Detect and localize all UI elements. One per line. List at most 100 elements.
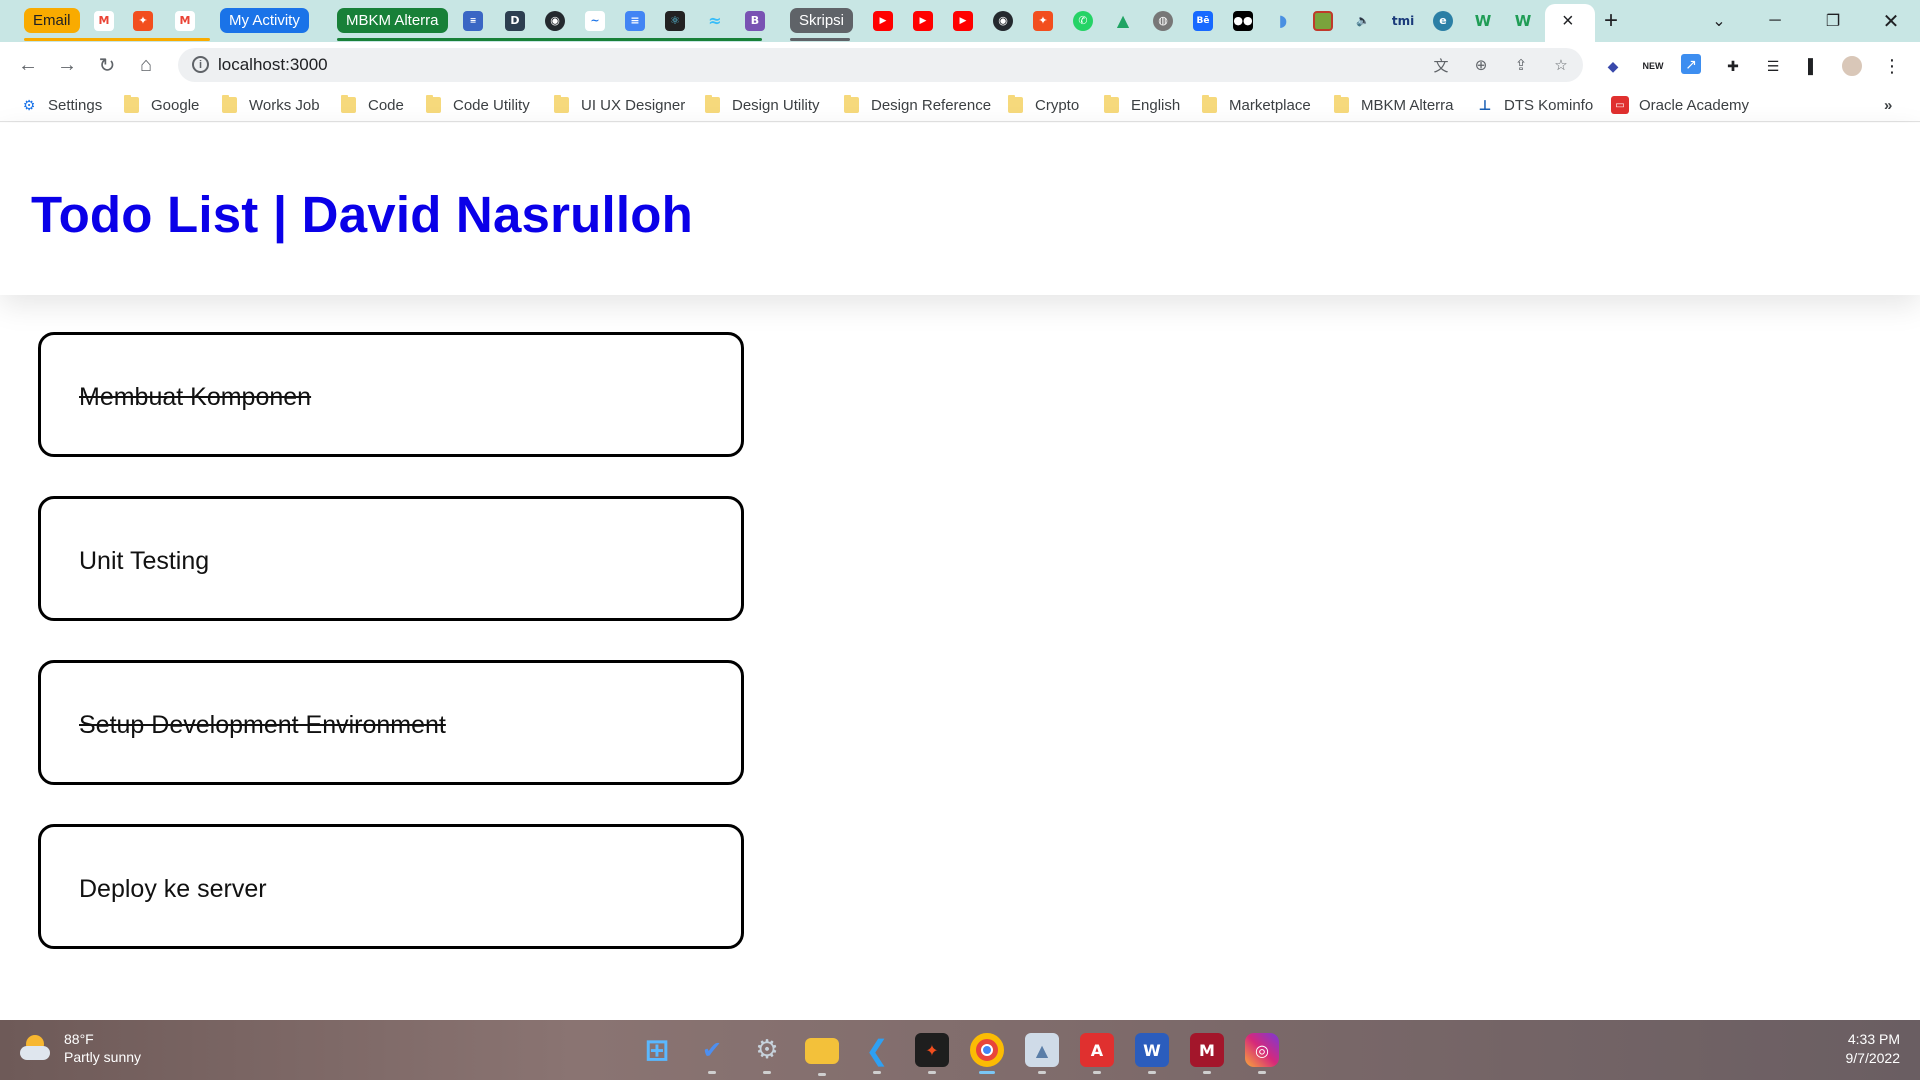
share-icon[interactable]: ⇪ <box>1510 54 1532 76</box>
close-tab-icon[interactable]: × <box>1562 10 1574 33</box>
bookmark-code-utility[interactable]: Code Utility <box>426 94 530 116</box>
tab-group-my-activity[interactable]: My Activity <box>220 8 309 33</box>
bookmark-works-job[interactable]: Works Job <box>222 94 320 116</box>
tab-gmail-1[interactable]: M <box>92 6 116 35</box>
tab-github-2[interactable]: ◉ <box>990 6 1016 35</box>
photos-icon[interactable]: ▲ <box>1025 1033 1059 1074</box>
tab-alterra[interactable]: ≡ <box>460 6 486 35</box>
reading-list-icon[interactable]: ☰ <box>1761 54 1785 78</box>
tab-w-1[interactable]: W <box>1470 6 1496 35</box>
todo-item[interactable]: Unit Testing <box>38 496 744 621</box>
site-info-icon[interactable]: i <box>192 56 209 73</box>
tab-group-skripsi[interactable]: Skripsi <box>790 8 854 33</box>
bookmark-google[interactable]: Google <box>124 94 199 116</box>
extensions-puzzle-icon[interactable]: ✚ <box>1721 54 1745 78</box>
tab-figma-2[interactable]: ✦ <box>1030 6 1056 35</box>
tab-github-1[interactable]: ◉ <box>542 6 568 35</box>
windows-start-icon[interactable]: ⊞ <box>640 1033 674 1068</box>
tab-group-email[interactable]: Email <box>24 8 80 33</box>
extension-hat-icon[interactable]: ◆ <box>1601 54 1625 78</box>
weather-widget[interactable]: 88°F Partly sunny <box>20 1030 141 1066</box>
tab-docs[interactable]: ≡ <box>622 6 648 35</box>
extension-link-icon[interactable]: ↗ <box>1681 54 1701 74</box>
back-icon[interactable]: ← <box>14 51 42 79</box>
tab-whatsapp[interactable]: ✆ <box>1070 6 1096 35</box>
running-indicator <box>708 1071 716 1074</box>
extension-new-icon[interactable]: NEW <box>1641 54 1665 78</box>
todo-text: Deploy ke server <box>79 875 267 903</box>
bookmark-code[interactable]: Code <box>341 94 404 116</box>
tab-react[interactable]: ⚛ <box>662 6 688 35</box>
reload-icon[interactable]: ↻ <box>93 51 121 79</box>
tab-edge[interactable]: e <box>1430 6 1456 35</box>
tab-figma-1[interactable]: ✦ <box>131 6 155 35</box>
todo-app-icon[interactable]: ✔ <box>695 1033 729 1074</box>
tab-tmi[interactable]: tmi <box>1390 6 1416 35</box>
todo-item[interactable]: Membuat Komponen <box>38 332 744 457</box>
zoom-icon[interactable]: ⊕ <box>1470 54 1492 76</box>
pattern-icon <box>1313 10 1333 31</box>
bookmark-oracle-academy[interactable]: ▭ Oracle Academy <box>1611 94 1749 116</box>
tab-youtube-1[interactable]: ▶ <box>870 6 896 35</box>
close-window-icon[interactable]: ✕ <box>1878 8 1904 34</box>
tab-drive[interactable]: ▲ <box>1110 6 1136 35</box>
tab-tailwind[interactable]: ≈ <box>702 6 728 35</box>
bookmark-design-utility[interactable]: Design Utility <box>705 94 820 116</box>
bookmark-english[interactable]: English <box>1104 94 1180 116</box>
alterra-icon: ≡ <box>463 10 483 31</box>
chrome-icon[interactable] <box>970 1033 1004 1074</box>
bookmark-crypto[interactable]: Crypto <box>1008 94 1079 116</box>
profile-avatar[interactable] <box>1840 54 1864 78</box>
translate-icon[interactable]: 文 <box>1430 54 1452 76</box>
vscode-icon[interactable]: ❮ <box>860 1033 894 1074</box>
mendeley-icon[interactable]: M <box>1190 1033 1224 1074</box>
word-icon[interactable]: W <box>1135 1033 1169 1074</box>
todo-item[interactable]: Deploy ke server <box>38 824 744 949</box>
bookmark-mbkm-alterra[interactable]: MBKM Alterra <box>1334 94 1454 116</box>
tab-behance[interactable]: Bē <box>1190 6 1216 35</box>
tab-audio[interactable]: 🔈 <box>1350 6 1376 35</box>
globe-icon: ◍ <box>1153 10 1173 31</box>
bookmark-design-reference[interactable]: Design Reference <box>844 94 991 116</box>
bookmarks-overflow-icon[interactable]: » <box>1884 94 1892 116</box>
bookmark-dts-kominfo[interactable]: ⊥ DTS Kominfo <box>1476 94 1594 116</box>
new-tab-button[interactable]: + <box>1598 7 1624 34</box>
tab-search-icon[interactable]: ⌄ <box>1706 8 1732 34</box>
home-icon[interactable]: ⌂ <box>132 51 160 79</box>
minimize-icon[interactable]: ─ <box>1762 8 1788 34</box>
url-text[interactable]: localhost:3000 <box>218 55 328 75</box>
acrobat-icon[interactable]: A <box>1080 1033 1114 1074</box>
file-explorer-icon[interactable] <box>805 1038 839 1076</box>
tab-youtube-2[interactable]: ▶ <box>910 6 936 35</box>
instagram-icon[interactable]: ◎ <box>1245 1033 1279 1074</box>
restore-icon[interactable]: ❐ <box>1820 8 1846 34</box>
tab-strip: Email M ✦ M My Activity MBKM Alterra ≡ D… <box>0 0 1920 42</box>
bookmark-marketplace[interactable]: Marketplace <box>1202 94 1311 116</box>
figma-icon[interactable]: ✦ <box>915 1033 949 1074</box>
bookmark-star-icon[interactable]: ☆ <box>1550 54 1572 76</box>
github-icon: ◉ <box>545 10 565 31</box>
active-tab[interactable]: × <box>1545 4 1595 42</box>
tab-youtube-3[interactable]: ▶ <box>950 6 976 35</box>
menu-kebab-icon[interactable]: ⋮ <box>1880 54 1904 78</box>
tab-chart[interactable]: ~ <box>582 6 608 35</box>
tab-medium[interactable]: ●● <box>1230 6 1256 35</box>
tab-w-2[interactable]: W <box>1510 6 1536 35</box>
todo-item[interactable]: Setup Development Environment <box>38 660 744 785</box>
bookmark-settings[interactable]: ⚙ Settings <box>20 94 102 116</box>
tab-shape[interactable]: ◗ <box>1270 6 1296 35</box>
tab-globe[interactable]: ◍ <box>1150 6 1176 35</box>
tab-gmail-2[interactable]: M <box>173 6 197 35</box>
system-clock[interactable]: 4:33 PM 9/7/2022 <box>1846 1030 1901 1068</box>
forward-icon[interactable]: → <box>53 51 81 79</box>
tab-group-mbkm-alterra[interactable]: MBKM Alterra <box>337 8 448 33</box>
settings-app-icon[interactable]: ⚙ <box>750 1033 784 1074</box>
side-panel-icon[interactable]: ▌ <box>1801 54 1825 78</box>
address-bar[interactable]: i localhost:3000 文 ⊕ ⇪ ☆ <box>178 48 1583 82</box>
tab-bootstrap[interactable]: B <box>742 6 768 35</box>
folder-icon <box>426 95 441 113</box>
bookmark-ui-ux-designer[interactable]: UI UX Designer <box>554 94 685 116</box>
tab-pattern[interactable] <box>1310 6 1336 35</box>
tab-dicoding[interactable]: D <box>502 6 528 35</box>
tab-group-mbkm-underline <box>337 38 762 41</box>
